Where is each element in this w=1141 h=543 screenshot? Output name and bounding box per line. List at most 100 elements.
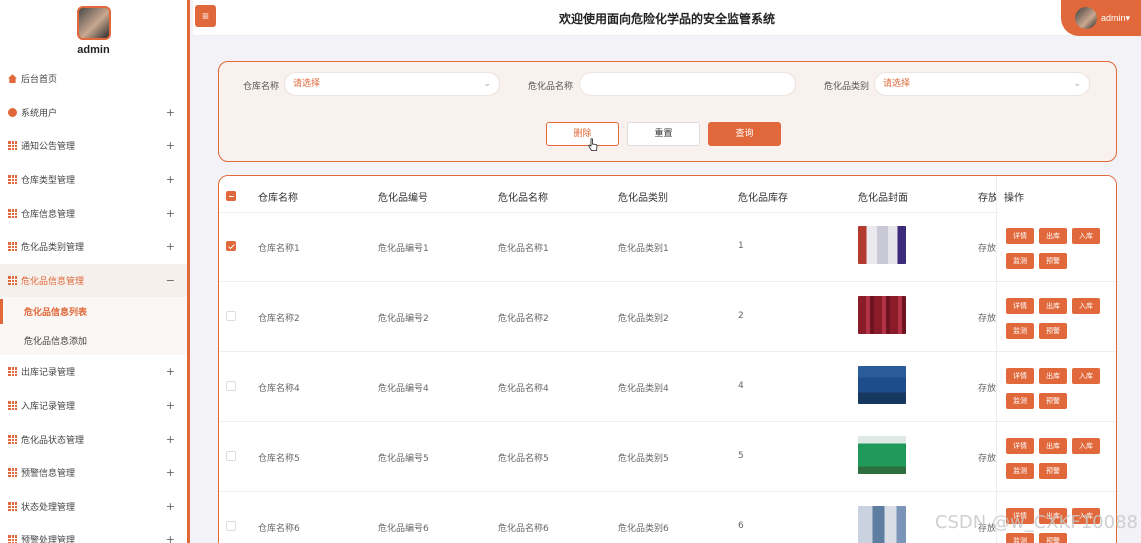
expand-icon: + [165, 206, 175, 220]
alert-button[interactable]: 预警 [1039, 533, 1067, 543]
sidebar-item[interactable]: 危化品状态管理 + [0, 422, 187, 456]
name-input[interactable] [579, 72, 796, 96]
monitor-button[interactable]: 监测 [1006, 393, 1034, 409]
sidebar-item[interactable]: 仓库类型管理 + [0, 163, 187, 197]
home-icon [8, 74, 17, 84]
cell-category: 危化品类别5 [618, 454, 669, 464]
detail-button[interactable]: 详情 [1006, 368, 1034, 384]
cell-name: 危化品名称6 [498, 524, 549, 534]
alert-button[interactable]: 预警 [1039, 323, 1067, 339]
sidebar-item[interactable]: 状态处理管理 + [0, 490, 187, 524]
cell-warehouse: 仓库名称2 [258, 314, 300, 324]
expand-icon: + [165, 432, 175, 446]
column-header: 危化品库存 [738, 193, 788, 204]
inbound-button[interactable]: 入库 [1072, 438, 1100, 454]
outbound-button[interactable]: 出库 [1039, 368, 1067, 384]
detail-button[interactable]: 详情 [1006, 298, 1034, 314]
grid-icon [8, 275, 17, 285]
category-select-value: 请选择 [883, 79, 911, 89]
expand-icon: + [165, 173, 175, 187]
user-menu[interactable]: admin ▾ [1061, 0, 1141, 36]
row-checkbox[interactable] [226, 521, 236, 531]
grid-icon [8, 242, 17, 252]
detail-button[interactable]: 详情 [1006, 228, 1034, 244]
alert-button[interactable]: 预警 [1039, 393, 1067, 409]
sidebar-item[interactable]: 仓库信息管理 + [0, 196, 187, 230]
cell-code: 危化品编号4 [378, 384, 429, 394]
sidebar-item[interactable]: 预警处理管理 + [0, 523, 187, 543]
avatar[interactable] [76, 6, 111, 40]
sidebar-item[interactable]: 入库记录管理 + [0, 389, 187, 423]
category-select[interactable]: 请选择 ⌄ [874, 72, 1090, 96]
sidebar-item-label: 后台首页 [21, 75, 58, 86]
column-header: 操作 [1004, 193, 1024, 204]
chevron-down-icon: ⌄ [1073, 79, 1081, 89]
sidebar-item-label: 预警信息管理 [21, 469, 76, 480]
sidebar-item[interactable]: 出库记录管理 + [0, 355, 187, 389]
cell-code: 危化品编号5 [378, 454, 429, 464]
user-icon [8, 107, 17, 117]
sidebar-item[interactable]: 通知公告管理 + [0, 129, 187, 163]
watermark: CSDN @w_CXKF10088 [934, 512, 1138, 533]
column-header: 仓库名称 [258, 193, 298, 204]
table-row[interactable]: 仓库名称1 危化品编号1 危化品名称1 危化品类别1 1 存放 详情 出库 入库 监测 预警 [219, 212, 1116, 282]
sidebar-item-label: 仓库信息管理 [21, 209, 76, 220]
row-checkbox[interactable] [226, 381, 236, 391]
monitor-button[interactable]: 监测 [1006, 463, 1034, 479]
cell-warehouse: 仓库名称1 [258, 244, 300, 254]
chemical-cover-image[interactable] [858, 366, 906, 404]
table-row[interactable]: 仓库名称2 危化品编号2 危化品名称2 危化品类别2 2 存放 详情 出库 入库 监测 预警 [219, 282, 1116, 352]
ops-header: 操作 [996, 176, 1116, 212]
column-header: 危化品类别 [618, 193, 668, 204]
outbound-button[interactable]: 出库 [1039, 438, 1067, 454]
query-button[interactable]: 查询 [708, 122, 781, 146]
chemical-cover-image[interactable] [858, 436, 906, 474]
sidebar-item[interactable]: 危化品类别管理 + [0, 230, 187, 264]
chemical-cover-image[interactable] [858, 506, 906, 543]
outbound-button[interactable]: 出库 [1039, 298, 1067, 314]
select-all-checkbox[interactable] [226, 191, 236, 201]
detail-button[interactable]: 详情 [1006, 438, 1034, 454]
inbound-button[interactable]: 入库 [1072, 368, 1100, 384]
cell-code: 危化品编号6 [378, 524, 429, 534]
warehouse-select[interactable]: 请选择 ⌄ [284, 72, 500, 96]
monitor-button[interactable]: 监测 [1006, 323, 1034, 339]
monitor-button[interactable]: 监测 [1006, 253, 1034, 269]
delete-button[interactable]: 删除 [546, 122, 619, 146]
cell-name: 危化品名称1 [498, 244, 549, 254]
chemical-cover-image[interactable] [858, 226, 906, 264]
alert-button[interactable]: 预警 [1039, 253, 1067, 269]
row-checkbox[interactable] [226, 311, 236, 321]
sidebar-subitem[interactable]: 危化品信息列表 [0, 297, 187, 327]
reset-button[interactable]: 重置 [627, 122, 700, 146]
table-row[interactable]: 仓库名称4 危化品编号4 危化品名称4 危化品类别4 4 存放 详情 出库 入库 监测 预警 [219, 352, 1116, 422]
inbound-button[interactable]: 入库 [1072, 228, 1100, 244]
row-actions: 详情 出库 入库监测 预警 [996, 352, 1116, 421]
column-header: 危化品名称 [498, 193, 548, 204]
inbound-button[interactable]: 入库 [1072, 298, 1100, 314]
warehouse-select-value: 请选择 [293, 79, 321, 89]
sidebar-item[interactable]: 危化品信息管理 − [0, 263, 187, 298]
name-label: 危化品名称 [528, 82, 574, 92]
sidebar-subitem[interactable]: 危化品信息添加 [0, 326, 187, 356]
column-header: 危化品封面 [858, 193, 908, 204]
row-checkbox[interactable] [226, 241, 236, 251]
sidebar-item-label: 出库记录管理 [21, 368, 76, 379]
sidebar-item[interactable]: 预警信息管理 + [0, 456, 187, 490]
sidebar-item[interactable]: 后台首页 [0, 62, 187, 96]
row-checkbox[interactable] [226, 451, 236, 461]
collapse-icon: − [165, 273, 175, 287]
outbound-button[interactable]: 出库 [1039, 228, 1067, 244]
monitor-button[interactable]: 监测 [1006, 533, 1034, 543]
alert-button[interactable]: 预警 [1039, 463, 1067, 479]
table-row[interactable]: 仓库名称5 危化品编号5 危化品名称5 危化品类别5 5 存放 详情 出库 入库 监测 预警 [219, 422, 1116, 492]
page-title: 欢迎使用面向危险化学品的安全监管系统 [558, 12, 775, 26]
cell-warehouse: 仓库名称4 [258, 384, 300, 394]
sidebar-item-label: 危化品信息管理 [21, 276, 85, 287]
grid-icon [8, 501, 17, 511]
pointer-cursor-icon [588, 138, 598, 151]
cell-storage: 存放 [978, 384, 997, 394]
chemical-cover-image[interactable] [858, 296, 906, 334]
sidebar-item[interactable]: 系统用户 + [0, 96, 187, 130]
cell-name: 危化品名称5 [498, 454, 549, 464]
